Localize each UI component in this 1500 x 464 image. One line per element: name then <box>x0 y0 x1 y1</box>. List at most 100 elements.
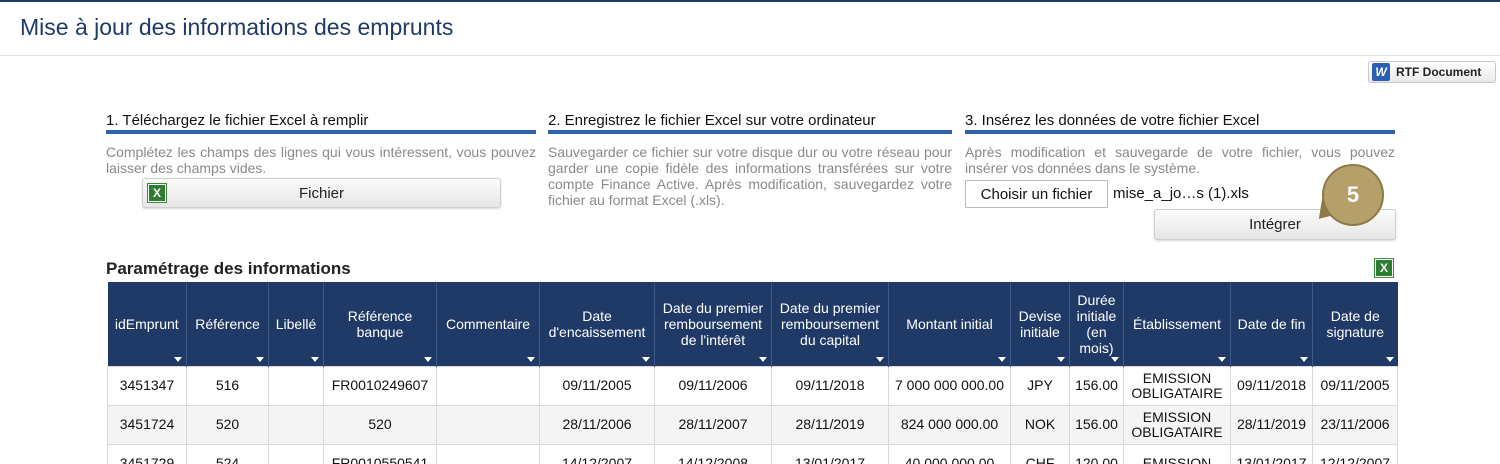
sort-caret-icon[interactable] <box>1111 356 1119 362</box>
table-cell: 156.00 <box>1069 404 1124 445</box>
table-cell: 156.00 <box>1069 365 1124 406</box>
table-cell: 28/11/2019 <box>771 404 889 445</box>
step-2-text: Sauvegarder ce fichier sur votre disque … <box>548 144 952 208</box>
sort-caret-icon[interactable] <box>1385 356 1394 362</box>
table-cell: 12/12/2007 <box>1312 443 1398 464</box>
table-row[interactable]: 3451347 516 FR0010249607 09/11/2005 09/11/20… <box>107 365 1398 406</box>
step-3-text: Après modification et sauvegarde de votr… <box>965 144 1395 176</box>
column-header[interactable]: Montant initial <box>888 282 1011 366</box>
table-cell: 09/11/2018 <box>1230 365 1313 406</box>
table-cell: EMISSION OBLIGATAIRE <box>1123 365 1231 406</box>
table-cell <box>268 365 324 406</box>
table-cell: 520 <box>323 404 437 445</box>
table-header-row: idEmprunt Référence Libellé Référence banqu… <box>107 282 1398 366</box>
table-cell: 09/11/2018 <box>771 365 889 406</box>
step-callout-badge: 5 <box>1322 164 1384 226</box>
section-title: Paramétrage des informations <box>106 259 351 278</box>
column-header-label: Référence <box>195 315 260 332</box>
column-header[interactable]: Date du premier remboursement de l'intér… <box>654 282 772 366</box>
sort-caret-icon[interactable] <box>311 356 319 362</box>
sort-caret-icon[interactable] <box>1218 356 1226 362</box>
word-icon: W <box>1372 63 1390 81</box>
table-cell: FR0010249607 <box>323 365 437 406</box>
table-cell: 3451724 <box>107 404 187 445</box>
column-header[interactable]: Libellé <box>268 282 324 366</box>
download-file-label: Fichier <box>298 184 344 202</box>
sort-caret-icon[interactable] <box>876 356 884 362</box>
table-cell: JPY <box>1010 365 1070 406</box>
step-1-title: 1. Téléchargez le fichier Excel à rempli… <box>106 112 536 134</box>
column-header[interactable]: Date de signature <box>1312 282 1398 366</box>
column-header[interactable]: Date du premier remboursement du capital <box>771 282 889 366</box>
column-header-label: Libellé <box>275 315 317 332</box>
column-header[interactable]: Date d'encaissement <box>539 282 655 366</box>
table-row[interactable]: 3451724 520 520 28/11/2006 28/11/2007 28/11/2… <box>107 404 1398 445</box>
column-header-label: Date du premier remboursement du capital <box>779 299 881 348</box>
table-cell: 40 000 000.00 <box>888 443 1011 464</box>
table-cell <box>268 404 324 445</box>
step-2-title: 2. Enregistrez le fichier Excel sur votr… <box>548 112 952 134</box>
step-insert: 3. Insérez les données de votre fichier … <box>965 112 1395 176</box>
table-cell <box>436 443 540 464</box>
rtf-document-button[interactable]: W RTF Document <box>1368 61 1496 83</box>
page-title: Mise à jour des informations des emprunt… <box>20 14 454 40</box>
sort-caret-icon[interactable] <box>424 356 432 362</box>
table-cell: CHF <box>1010 443 1070 464</box>
table-cell: 09/11/2006 <box>654 365 772 406</box>
column-header[interactable]: idEmprunt <box>107 282 187 366</box>
table-cell: 120.00 <box>1069 443 1124 464</box>
step-1-text: Complétez les champs des lignes qui vous… <box>106 144 536 176</box>
column-header-label: Établissement <box>1133 315 1221 332</box>
sort-caret-icon[interactable] <box>1057 356 1065 362</box>
download-file-button[interactable]: X Fichier <box>142 178 501 208</box>
table-cell: FR0010550541 <box>323 443 437 464</box>
table-cell: 520 <box>186 404 269 445</box>
table-row[interactable]: 3451729 524 FR0010550541 14/12/2007 14/12/20… <box>107 443 1398 464</box>
table-cell: NOK <box>1010 404 1070 445</box>
column-header[interactable]: Date de fin <box>1230 282 1313 366</box>
table-cell: 28/11/2007 <box>654 404 772 445</box>
excel-export-icon[interactable]: X <box>1374 258 1394 278</box>
table-cell <box>436 404 540 445</box>
table-cell: 28/11/2019 <box>1230 404 1313 445</box>
table-cell <box>436 365 540 406</box>
table-cell: 23/11/2006 <box>1312 404 1398 445</box>
step-3-title: 3. Insérez les données de votre fichier … <box>965 112 1395 134</box>
table-cell: 516 <box>186 365 269 406</box>
choose-file-button[interactable]: Choisir un fichier <box>965 180 1108 208</box>
column-header[interactable]: Établissement <box>1123 282 1231 366</box>
column-header-label: Date de fin <box>1237 315 1306 332</box>
table-cell <box>268 443 324 464</box>
step-download: 1. Téléchargez le fichier Excel à rempli… <box>106 112 536 176</box>
table-cell: 28/11/2006 <box>539 404 655 445</box>
column-header[interactable]: Commentaire <box>436 282 540 366</box>
sort-caret-icon[interactable] <box>998 356 1006 362</box>
table-cell: EMISSION <box>1123 443 1231 464</box>
column-header-label: idEmprunt <box>114 315 179 332</box>
step-save: 2. Enregistrez le fichier Excel sur votr… <box>548 112 952 208</box>
title-divider <box>0 55 1500 56</box>
excel-icon: X <box>147 183 167 203</box>
sort-caret-icon[interactable] <box>759 356 767 362</box>
column-header-label: Référence banque <box>347 307 413 340</box>
sort-caret-icon[interactable] <box>256 356 264 362</box>
column-header[interactable]: Durée initiale (en mois) <box>1069 282 1124 366</box>
column-header[interactable]: Devise initiale <box>1010 282 1070 366</box>
loans-table: idEmprunt Référence Libellé Référence banqu… <box>107 282 1398 464</box>
table-cell: 3451347 <box>107 365 187 406</box>
column-header-label: Devise initiale <box>1018 307 1062 340</box>
column-header[interactable]: Référence banque <box>323 282 437 366</box>
column-header-label: Date de signature <box>1326 307 1385 340</box>
sort-caret-icon[interactable] <box>1300 356 1308 362</box>
column-header-label: Date d'encaissement <box>548 307 646 340</box>
table-cell: 3451729 <box>107 443 187 464</box>
sort-caret-icon[interactable] <box>174 356 182 362</box>
column-header-label: Date du premier remboursement de l'intér… <box>662 299 764 348</box>
column-header-label: Montant initial <box>906 315 993 332</box>
sort-caret-icon[interactable] <box>527 356 535 362</box>
sort-caret-icon[interactable] <box>642 356 650 362</box>
selected-file-name: mise_a_jo…s (1).xls <box>1113 185 1249 202</box>
table-cell: 824 000 000.00 <box>888 404 1011 445</box>
column-header-label: Durée initiale (en mois) <box>1076 291 1117 356</box>
column-header[interactable]: Référence <box>186 282 269 366</box>
